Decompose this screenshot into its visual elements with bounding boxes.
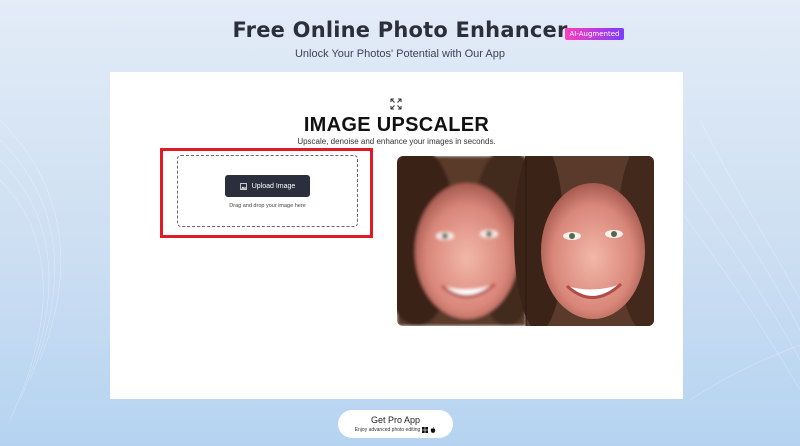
before-after-comparison [397,156,654,326]
tool-panel: IMAGE UPSCALER Upscale, denoise and enha… [110,72,683,399]
apple-icon [431,427,436,433]
fullscreen-icon[interactable] [390,98,402,110]
tool-description: Upscale, denoise and enhance your images… [297,137,496,146]
tool-title: IMAGE UPSCALER [303,114,490,136]
pro-label: Get Pro App [370,415,421,425]
page-header: Free Online Photo Enhancer AI-Augmented … [0,18,800,60]
page-title: Free Online Photo Enhancer [232,18,568,42]
title-group: Free Online Photo Enhancer AI-Augmented [232,18,625,42]
upload-button-label: Upload Image [251,182,296,190]
get-pro-app-button[interactable]: Get Pro App Enjoy advanced photo editing [338,410,453,438]
ai-badge: AI-Augmented [564,28,625,40]
pro-subline: Enjoy advanced photo editing [338,427,453,433]
upload-image-button[interactable]: Upload Image [225,175,310,197]
after-image [514,156,654,326]
image-icon [239,182,247,190]
windows-icon [422,427,429,433]
pro-sub-text: Enjoy advanced photo editing [354,427,421,433]
upload-dropzone[interactable]: Upload Image Drag and drop your image he… [177,155,358,227]
drop-hint: Drag and drop your image here [229,203,306,209]
page-subtitle: Unlock Your Photos' Potential with Our A… [294,48,505,60]
